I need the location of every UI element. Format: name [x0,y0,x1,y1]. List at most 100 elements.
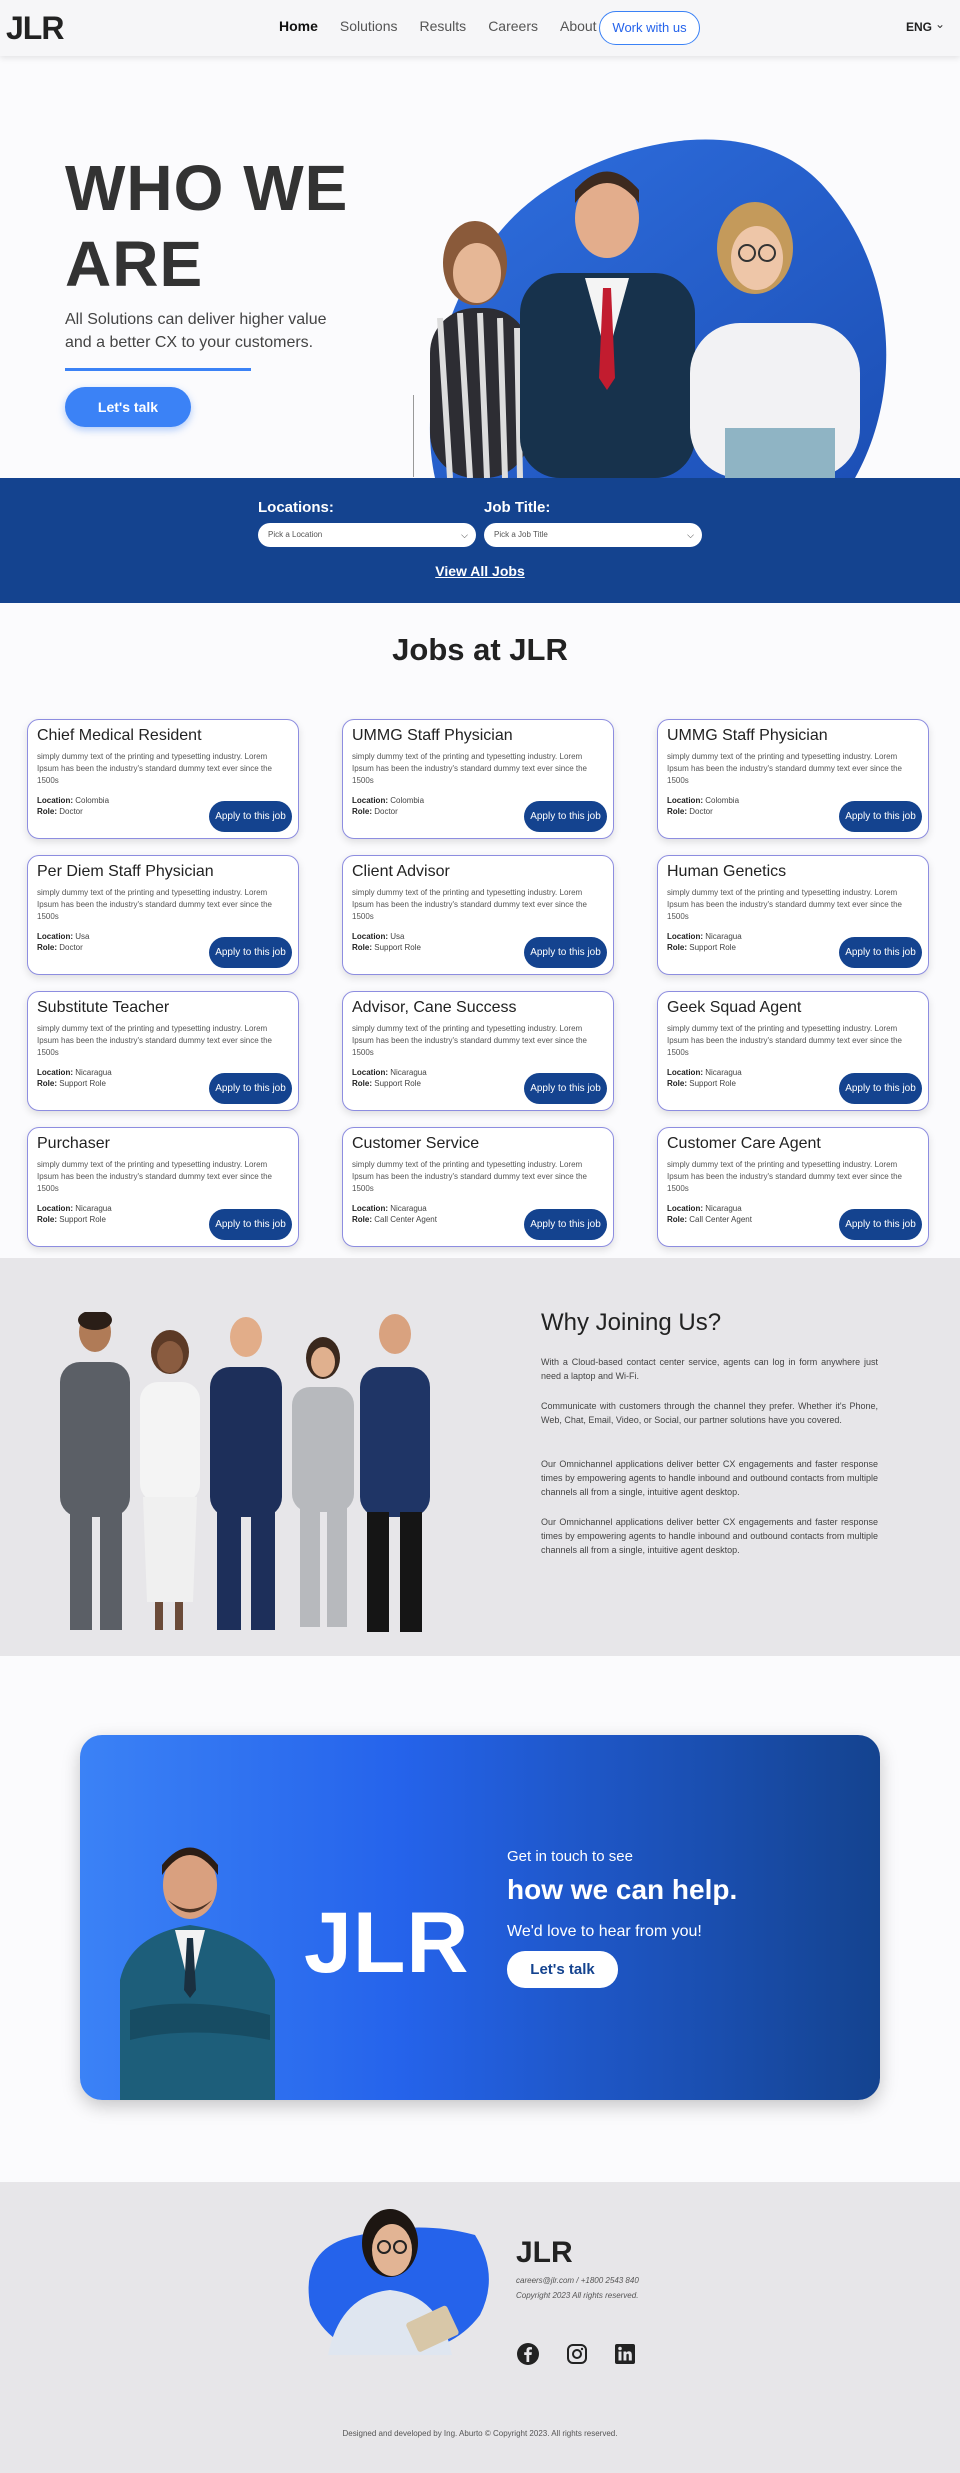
apply-job-button[interactable]: Apply to this job [209,801,292,832]
job-title-select[interactable]: Pick a Job Title ⌵ [484,523,702,547]
nav-link-results[interactable]: Results [420,18,467,34]
job-card: UMMG Staff Physician simply dummy text of… [657,719,929,839]
facebook-icon[interactable] [516,2342,540,2366]
job-location: Location: Colombia [352,796,424,805]
job-location: Location: Nicaragua [667,1068,742,1077]
apply-job-button[interactable]: Apply to this job [209,1209,292,1240]
job-role: Role: Support Role [37,1079,106,1088]
why-paragraph: With a Cloud-based contact center servic… [541,1357,878,1381]
job-role-label: Role: [667,807,687,816]
job-card: Customer Care Agent simply dummy text of … [657,1127,929,1247]
linkedin-icon[interactable] [613,2342,637,2366]
view-all-jobs-link[interactable]: View All Jobs [0,563,960,579]
job-location-label: Location: [37,796,73,805]
job-card: Advisor, Cane Success simply dummy text o… [342,991,614,1111]
job-location: Location: Usa [352,932,404,941]
hero-title-line1: WHO WE [65,152,349,224]
job-role: Role: Call Center Agent [667,1215,752,1224]
job-description: simply dummy text of the printing and ty… [352,1160,587,1193]
nav-links: Home Solutions Results Careers About [279,18,619,34]
job-title[interactable]: Chief Medical Resident [37,727,202,745]
job-title[interactable]: Purchaser [37,1135,110,1153]
cta-logo: JLR [304,1895,470,1991]
job-role-value: Support Role [59,1215,106,1224]
job-title[interactable]: Substitute Teacher [37,999,169,1017]
job-location-value: Nicaragua [705,1204,742,1213]
cta-person-image [120,1847,275,2100]
nav-link-home[interactable]: Home [279,18,318,34]
team-hero-image [429,139,887,478]
job-card: Chief Medical Resident simply dummy text … [27,719,299,839]
apply-job-button[interactable]: Apply to this job [209,937,292,968]
job-location-value: Usa [75,932,90,941]
hero-lets-talk-button[interactable]: Let's talk [65,387,191,427]
job-role-label: Role: [37,807,57,816]
job-description: simply dummy text of the printing and ty… [352,888,587,921]
job-location-value: Nicaragua [75,1204,112,1213]
job-location-value: Colombia [390,796,425,805]
job-location-value: Colombia [705,796,740,805]
job-description: simply dummy text of the printing and ty… [667,752,902,785]
job-role-label: Role: [667,943,687,952]
instagram-icon[interactable] [565,2342,589,2366]
job-location: Location: Nicaragua [37,1204,112,1213]
job-location-label: Location: [352,932,388,941]
job-title[interactable]: UMMG Staff Physician [352,727,513,745]
apply-job-button[interactable]: Apply to this job [524,1209,607,1240]
contact-cta-banner [80,1735,880,2100]
job-title[interactable]: Client Advisor [352,863,450,881]
job-location-value: Nicaragua [390,1068,427,1077]
apply-job-button[interactable]: Apply to this job [524,801,607,832]
job-title[interactable]: Customer Service [352,1135,479,1153]
location-select[interactable]: Pick a Location ⌵ [258,523,476,547]
footer-contact[interactable]: careers@jlr.com / +1800 2543 840 [516,2276,639,2285]
job-description: simply dummy text of the printing and ty… [37,888,272,921]
why-join-title: Why Joining Us? [541,1309,722,1336]
job-location-value: Nicaragua [75,1068,112,1077]
hero-title-line2: ARE [65,228,204,300]
job-title[interactable]: Geek Squad Agent [667,999,801,1017]
apply-job-button[interactable]: Apply to this job [839,937,922,968]
job-role: Role: Support Role [352,943,421,952]
job-description: simply dummy text of the printing and ty… [37,1024,272,1057]
job-title[interactable]: Customer Care Agent [667,1135,821,1153]
nav-link-solutions[interactable]: Solutions [340,18,398,34]
job-role-value: Support Role [59,1079,106,1088]
work-with-us-button[interactable]: Work with us [599,11,700,45]
job-title[interactable]: UMMG Staff Physician [667,727,828,745]
apply-job-button[interactable]: Apply to this job [839,801,922,832]
job-title[interactable]: Per Diem Staff Physician [37,863,214,881]
job-title[interactable]: Human Genetics [667,863,786,881]
job-location-value: Nicaragua [390,1204,427,1213]
apply-job-button[interactable]: Apply to this job [209,1073,292,1104]
apply-job-button[interactable]: Apply to this job [524,1073,607,1104]
brand-logo[interactable]: JLR [6,10,64,47]
apply-job-button[interactable]: Apply to this job [839,1209,922,1240]
job-card: Human Genetics simply dummy text of the p… [657,855,929,975]
hero-title: WHO WE ARE [65,150,348,302]
job-location: Location: Usa [37,932,89,941]
job-location-label: Location: [37,1204,73,1213]
cta-headline: how we can help. [507,1874,738,1905]
footer-logo: JLR [516,2236,573,2269]
job-role: Role: Support Role [37,1215,106,1224]
job-role-value: Call Center Agent [374,1215,437,1224]
footer-copyright: Copyright 2023 All rights reserved. [516,2291,639,2300]
job-location-label: Location: [37,932,73,941]
chevron-down-icon[interactable]: ⌄ [935,17,945,31]
job-title[interactable]: Advisor, Cane Success [352,999,517,1017]
why-paragraph: Our Omnichannel applications deliver bet… [541,1517,878,1555]
job-role-value: Doctor [374,807,398,816]
cta-lets-talk-button[interactable]: Let's talk [507,1951,618,1988]
job-description: simply dummy text of the printing and ty… [37,1160,272,1193]
nav-link-careers[interactable]: Careers [488,18,538,34]
language-selector[interactable]: ENG [906,20,932,34]
job-location-label: Location: [352,796,388,805]
nav-link-about[interactable]: About [560,18,597,34]
job-location-label: Location: [667,1204,703,1213]
apply-job-button[interactable]: Apply to this job [839,1073,922,1104]
cta-line1: Get in touch to see [507,1848,633,1865]
job-location: Location: Colombia [37,796,109,805]
job-role: Role: Doctor [37,807,83,816]
apply-job-button[interactable]: Apply to this job [524,937,607,968]
